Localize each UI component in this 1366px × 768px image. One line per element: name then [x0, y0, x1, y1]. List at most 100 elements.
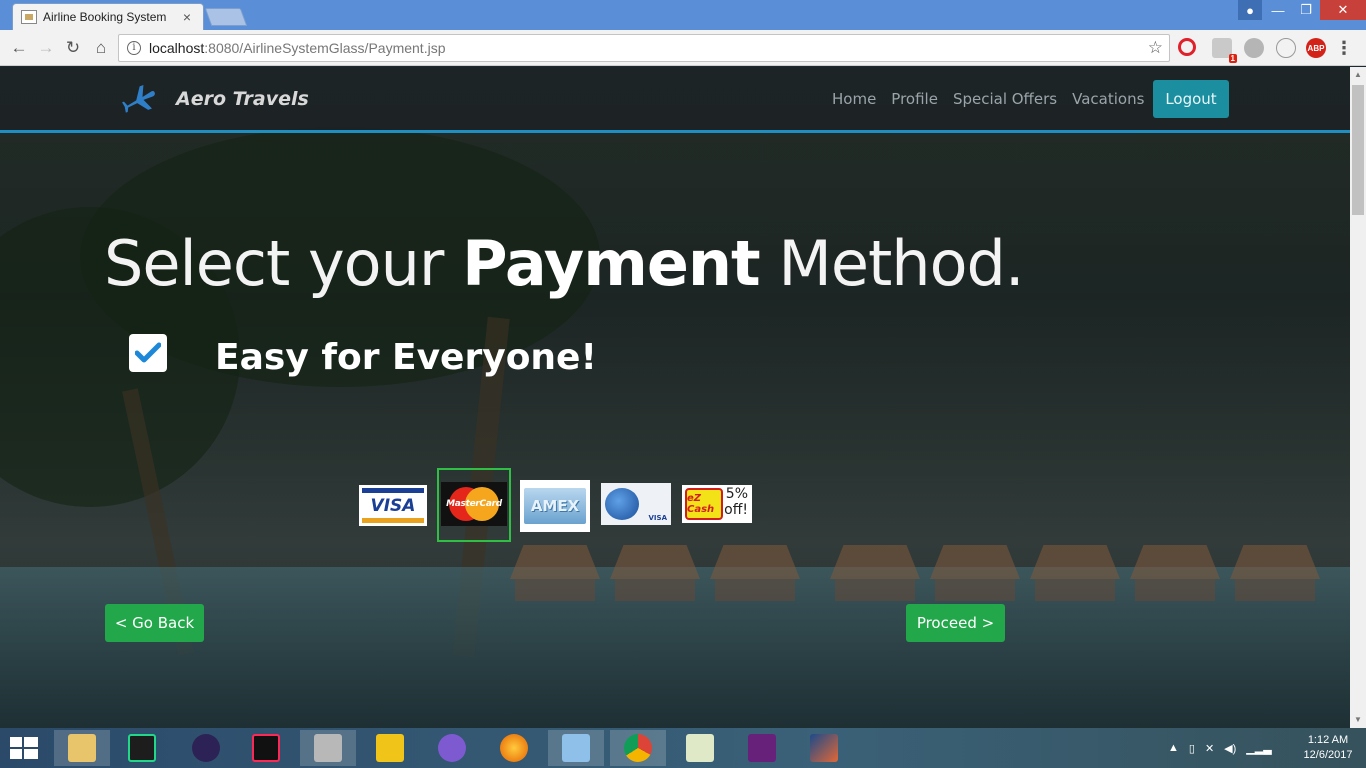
shield-extension-icon[interactable]: 1 [1212, 38, 1237, 63]
page-title-part2: Method. [759, 227, 1024, 300]
tab-close-icon[interactable]: × [179, 9, 195, 25]
firefox-icon [500, 734, 528, 762]
scroll-up-arrow-icon[interactable]: ▲ [1350, 67, 1366, 83]
overwater-huts-decoration [510, 545, 1350, 605]
ezcash-offer-percent: 5% [725, 486, 748, 502]
clock-date: 12/6/2017 [1303, 749, 1353, 761]
nav-link-special-offers[interactable]: Special Offers [953, 90, 1057, 108]
url-host: localhost [149, 40, 205, 56]
signal-icon[interactable]: ▁▂▃ [1246, 742, 1271, 755]
extension-dots-icon[interactable] [1276, 38, 1296, 58]
taskbar: ▲ ▯ ✕ ◀) ▁▂▃ 1:12 AM 12/6/2017 [0, 728, 1366, 768]
minimize-button[interactable]: — [1264, 0, 1292, 20]
gitkraken-icon [438, 734, 466, 762]
home-icon[interactable]: ⌂ [90, 37, 112, 59]
brand-name: Aero Travels [176, 88, 309, 110]
network-status-icon[interactable]: ✕ [1205, 742, 1214, 755]
tray-overflow-icon[interactable]: ▲ [1168, 742, 1179, 754]
browser-toolbar: ← → ↻ ⌂ i localhost:8080/AirlineSystemGl… [0, 30, 1366, 66]
clock-time: 1:12 AM [1307, 734, 1349, 746]
taskbar-firefox[interactable] [486, 730, 542, 766]
taskbar-chrome[interactable] [610, 730, 666, 766]
ezcash-offer-text: off! [724, 502, 748, 518]
volume-icon[interactable]: ◀) [1224, 742, 1236, 755]
page-favicon-icon [21, 10, 37, 24]
payment-option-ezcash[interactable]: eZ Cash 5% off! [682, 485, 752, 523]
eclipse-icon [192, 734, 220, 762]
restore-button[interactable]: ❐ [1292, 0, 1320, 20]
taskbar-clock[interactable]: 1:12 AM 12/6/2017 [1296, 733, 1360, 763]
airplane-icon [122, 84, 155, 113]
close-window-button[interactable]: ✕ [1320, 0, 1366, 20]
globe-icon [605, 488, 639, 520]
tab-title: Airline Booking System [43, 10, 167, 24]
device-icon[interactable]: ▯ [1189, 742, 1195, 755]
browser-titlebar: Airline Booking System × ● — ❐ ✕ [0, 0, 1366, 30]
visual-studio-icon [748, 734, 776, 762]
taskbar-visual-studio[interactable] [734, 730, 790, 766]
notepad-plus-plus-icon [686, 734, 714, 762]
reload-icon[interactable]: ↻ [62, 37, 84, 59]
virtualbox-icon [562, 734, 590, 762]
folder-icon [68, 734, 96, 762]
scroll-down-arrow-icon[interactable]: ▼ [1350, 712, 1366, 728]
windows-start-icon[interactable] [10, 737, 38, 759]
subtitle: Easy for Everyone! [215, 337, 597, 378]
taskbar-file-explorer[interactable] [54, 730, 110, 766]
site-navbar: Aero Travels Home Profile Special Offers… [0, 67, 1350, 133]
taskbar-intellij[interactable] [238, 730, 294, 766]
globe-card-visa-label: VISA [648, 514, 667, 522]
taskbar-notepad-plus-plus[interactable] [672, 730, 728, 766]
back-arrow-icon[interactable]: ← [8, 37, 30, 59]
address-bar[interactable]: i localhost:8080/AirlineSystemGlass/Paym… [118, 34, 1170, 62]
page-title-part1: Select your [104, 227, 463, 300]
taskbar-pycharm[interactable] [114, 730, 170, 766]
bookmark-star-icon[interactable]: ☆ [1148, 38, 1163, 58]
new-tab-button[interactable] [204, 8, 248, 26]
browser-tab[interactable]: Airline Booking System × [12, 3, 204, 30]
taskbar-stack-builder[interactable] [362, 730, 418, 766]
payment-option-visa-globe[interactable]: VISA [601, 483, 671, 525]
page-title-bold: Payment [462, 227, 761, 300]
brand[interactable]: Aero Travels [122, 81, 309, 117]
ezcash-logo: eZ Cash [685, 488, 723, 520]
visa-logo: VISA [362, 488, 424, 523]
payment-option-amex[interactable]: AMEX [520, 480, 590, 532]
forward-arrow-icon[interactable]: → [35, 37, 57, 59]
amex-logo: AMEX [524, 488, 586, 524]
pycharm-icon [128, 734, 156, 762]
payment-option-mastercard[interactable]: MasterCard [441, 482, 507, 526]
site-info-icon[interactable]: i [127, 41, 141, 55]
taskbar-tools[interactable] [300, 730, 356, 766]
page-viewport: Aero Travels Home Profile Special Offers… [0, 67, 1350, 728]
taskbar-gitkraken[interactable] [424, 730, 480, 766]
url-path: :8080/AirlineSystemGlass/Payment.jsp [204, 40, 446, 56]
tools-icon [314, 734, 342, 762]
main-nav: Home Profile Special Offers Vacations [832, 90, 1144, 108]
proceed-button[interactable]: Proceed > [906, 604, 1005, 642]
ezcash-offer: 5% off! [720, 486, 748, 518]
check-icon [129, 334, 167, 372]
nav-link-vacations[interactable]: Vacations [1072, 90, 1144, 108]
nav-link-home[interactable]: Home [832, 90, 876, 108]
intellij-icon [252, 734, 280, 762]
browser-menu-icon[interactable]: ⋮ [1335, 38, 1353, 58]
adblock-plus-icon[interactable]: ABP [1306, 38, 1326, 58]
system-tray: ▲ ▯ ✕ ◀) ▁▂▃ [1168, 728, 1272, 768]
user-profile-icon[interactable]: ● [1238, 0, 1262, 20]
taskbar-eclipse[interactable] [178, 730, 234, 766]
taskbar-virtualbox[interactable] [548, 730, 604, 766]
shield-badge: 1 [1228, 54, 1237, 63]
taskbar-matlab[interactable] [796, 730, 852, 766]
scrollbar-thumb[interactable] [1352, 85, 1364, 215]
extension-icon[interactable] [1244, 38, 1264, 58]
opera-extension-icon[interactable] [1178, 38, 1196, 56]
go-back-button[interactable]: < Go Back [105, 604, 204, 642]
nav-link-profile[interactable]: Profile [891, 90, 938, 108]
chrome-icon [624, 734, 652, 762]
payment-option-visa[interactable]: VISA [359, 485, 427, 526]
checkmark-icon [135, 342, 161, 363]
logout-button[interactable]: Logout [1153, 80, 1229, 118]
page-title: Select your Payment Method. [104, 227, 1025, 300]
page-scrollbar[interactable]: ▲ ▼ [1350, 67, 1366, 728]
